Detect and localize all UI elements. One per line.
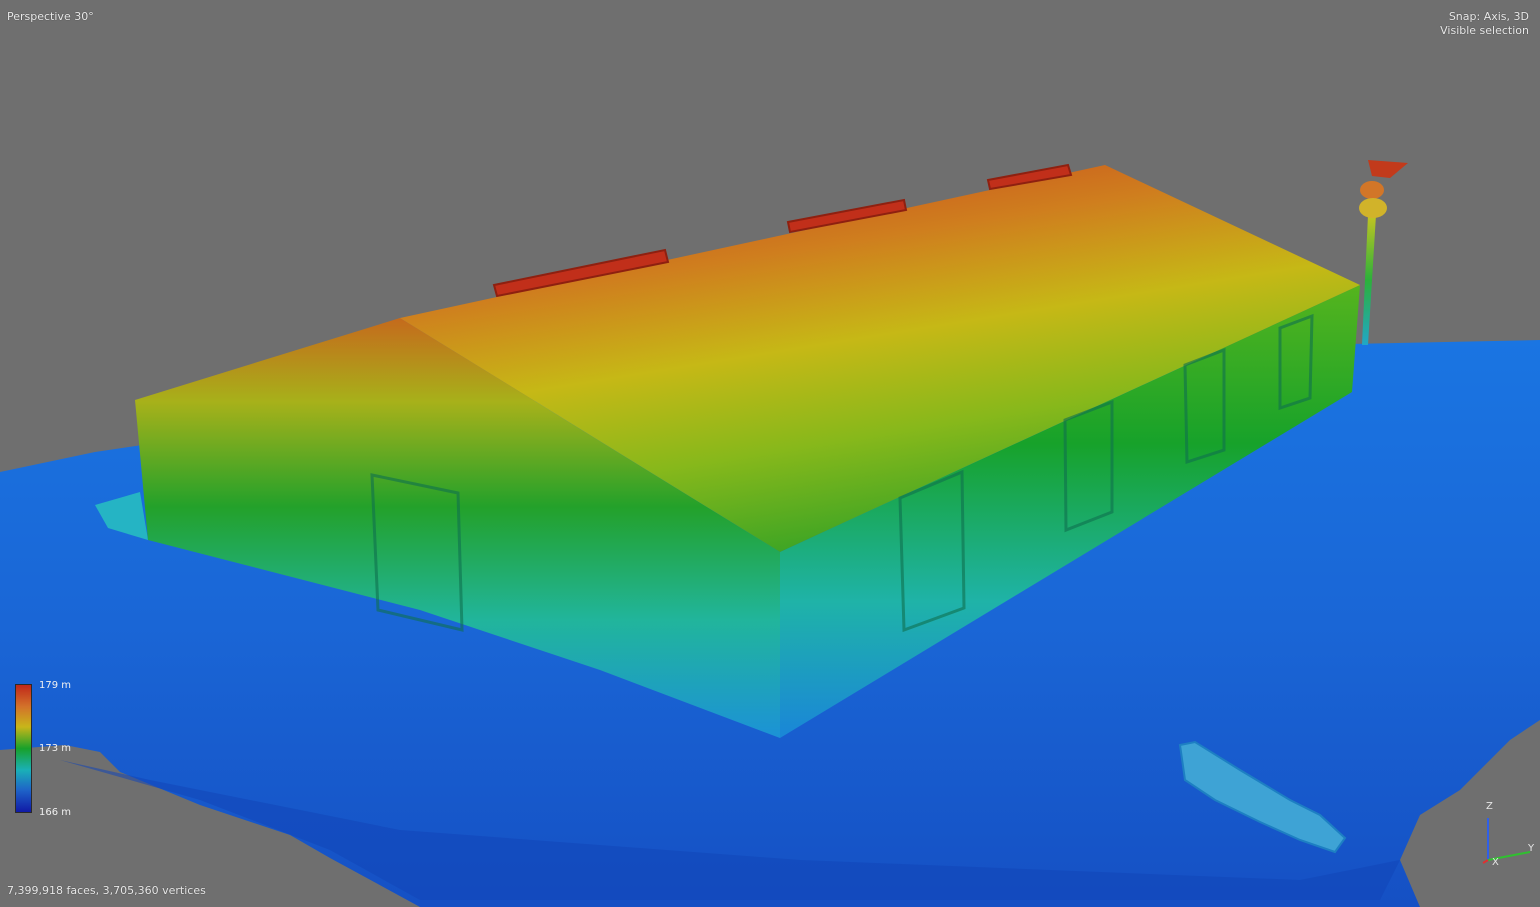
mesh-stats: 7,399,918 faces, 3,705,360 vertices <box>7 884 206 897</box>
light-fixture-body <box>1360 181 1384 199</box>
elevation-color-bar <box>15 684 32 813</box>
light-pole <box>1362 215 1376 345</box>
y-axis-line <box>1482 859 1489 864</box>
legend-max-label: 179 m <box>39 680 72 691</box>
scene-canvas[interactable] <box>0 0 1540 907</box>
legend-mid-label: 173 m <box>39 743 72 754</box>
light-fixture-base <box>1359 198 1387 218</box>
3d-viewport[interactable]: Perspective 30° Snap: Axis, 3D Visible s… <box>0 0 1540 907</box>
light-fixture <box>1368 160 1408 178</box>
view-mode-label[interactable]: Perspective 30° <box>7 10 94 24</box>
snap-info: Snap: Axis, 3D Visible selection <box>1440 10 1529 38</box>
z-axis-label: Z <box>1486 801 1493 812</box>
axis-gizmo: Z X Y <box>1482 801 1535 868</box>
y-axis-label: Y <box>1527 843 1535 854</box>
x-axis-label: X <box>1492 857 1499 868</box>
legend-min-label: 166 m <box>39 807 72 818</box>
selection-mode-label[interactable]: Visible selection <box>1440 24 1529 38</box>
snap-mode-label[interactable]: Snap: Axis, 3D <box>1440 10 1529 24</box>
